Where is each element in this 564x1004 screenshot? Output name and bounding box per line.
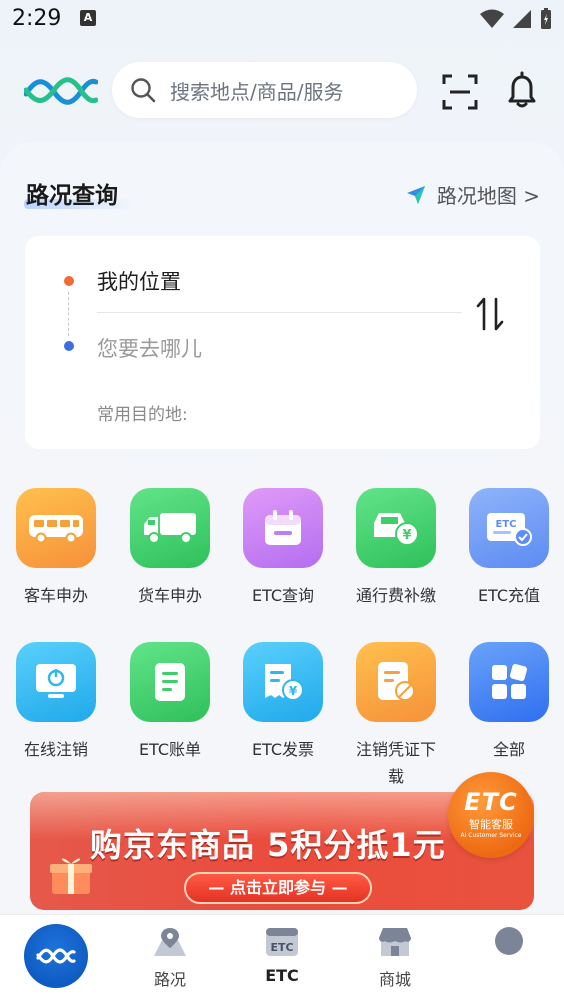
ai-customer-service-button[interactable]: ETC 智能客服 AI Customer Service: [448, 772, 534, 858]
nav-label: ETC: [265, 966, 299, 985]
search-input[interactable]: 搜索地点/商品/服务: [112, 62, 417, 118]
bell-icon[interactable]: [502, 70, 542, 110]
service-toll-repay[interactable]: ¥ 通行费补缴: [341, 488, 451, 609]
nav-etc[interactable]: ETC ETC: [242, 926, 322, 985]
swap-icon[interactable]: [472, 295, 510, 333]
common-destinations-label: 常用目的地:: [97, 405, 188, 425]
destination-dot: [64, 341, 74, 351]
traffic-map-label: 路况地图 >: [436, 184, 540, 208]
nav-profile[interactable]: [469, 926, 549, 962]
service-label: 客车申办: [23, 586, 88, 605]
nav-home[interactable]: [24, 924, 88, 988]
search-placeholder: 搜索地点/商品/服务: [170, 79, 344, 104]
route-connector: [68, 292, 69, 336]
service-etc-recharge[interactable]: ETC ETC充值: [454, 488, 564, 609]
monitor-power-icon: [16, 642, 96, 722]
battery-icon: [541, 8, 551, 29]
destination-field[interactable]: 您要去哪儿: [97, 333, 202, 363]
service-label: ETC查询: [251, 586, 315, 605]
truck-icon: [130, 488, 210, 568]
service-certificate-download[interactable]: 注销凭证下载: [341, 642, 451, 790]
svg-text:ETC: ETC: [496, 519, 517, 530]
service-label: ETC充值: [477, 586, 541, 605]
service-label: 货车申办: [137, 586, 202, 605]
signal-icon: [513, 10, 531, 28]
profile-icon: [495, 927, 523, 955]
service-etc-invoice[interactable]: ¥ ETC发票: [228, 642, 338, 763]
svg-text:¥: ¥: [289, 684, 298, 698]
service-all[interactable]: 全部: [454, 642, 564, 763]
scan-icon[interactable]: [440, 72, 480, 112]
document-icon: [130, 642, 210, 722]
svg-text:ETC: ETC: [270, 941, 293, 954]
service-label: 通行费补缴: [355, 586, 436, 605]
certificate-icon: [356, 642, 436, 722]
ai-service-en-label: AI Customer Service: [460, 832, 522, 839]
origin-dot: [64, 276, 74, 286]
navigation-arrow-icon: [406, 185, 425, 204]
wifi-icon: [480, 9, 504, 28]
gift-box-icon: [50, 858, 92, 894]
ai-service-label: 智能客服: [469, 818, 513, 831]
nav-label: 商城: [378, 970, 411, 989]
map-pin-icon: [154, 928, 186, 956]
status-time: 2:29: [12, 6, 62, 31]
service-label: 全部: [492, 740, 525, 759]
app-logo-icon: [24, 77, 98, 105]
banner-cta-button[interactable]: — 点击立即参与 —: [184, 872, 372, 904]
search-icon: [131, 78, 156, 103]
section-title: 路况查询: [26, 183, 118, 209]
all-apps-icon: [469, 642, 549, 722]
etc-card-icon: ETC: [469, 488, 549, 568]
service-label: ETC发票: [251, 740, 315, 759]
route-divider: [97, 312, 462, 313]
home-logo-icon: [36, 948, 76, 964]
status-icons: [480, 8, 552, 30]
etc-card-nav-icon: ETC: [266, 928, 298, 956]
nav-traffic[interactable]: 路况: [130, 926, 210, 990]
status-bar: 2:29 A: [0, 0, 564, 40]
service-label: 注销凭证下载: [355, 740, 436, 786]
nav-mall[interactable]: 商城: [355, 926, 435, 990]
nav-label: 路况: [153, 970, 186, 989]
store-icon: [379, 928, 411, 956]
car-payment-icon: ¥: [356, 488, 436, 568]
calendar-icon: [243, 488, 323, 568]
traffic-map-link[interactable]: 路况地图 >: [405, 180, 540, 209]
invoice-icon: ¥: [243, 642, 323, 722]
service-label: 在线注销: [23, 740, 88, 759]
service-online-cancel[interactable]: 在线注销: [1, 642, 111, 763]
service-truck-apply[interactable]: 货车申办: [115, 488, 225, 609]
service-etc-query[interactable]: ETC查询: [228, 488, 338, 609]
svg-text:¥: ¥: [402, 528, 411, 543]
bus-icon: [16, 488, 96, 568]
service-etc-bill[interactable]: ETC账单: [115, 642, 225, 763]
banner-headline: 购京东商品 5积分抵1元: [90, 826, 446, 864]
etc-logo: ETC: [464, 788, 518, 816]
notification-icon: A: [80, 10, 96, 26]
service-bus-apply[interactable]: 客车申办: [1, 488, 111, 609]
origin-field[interactable]: 我的位置: [97, 266, 181, 296]
service-label: ETC账单: [138, 740, 202, 759]
